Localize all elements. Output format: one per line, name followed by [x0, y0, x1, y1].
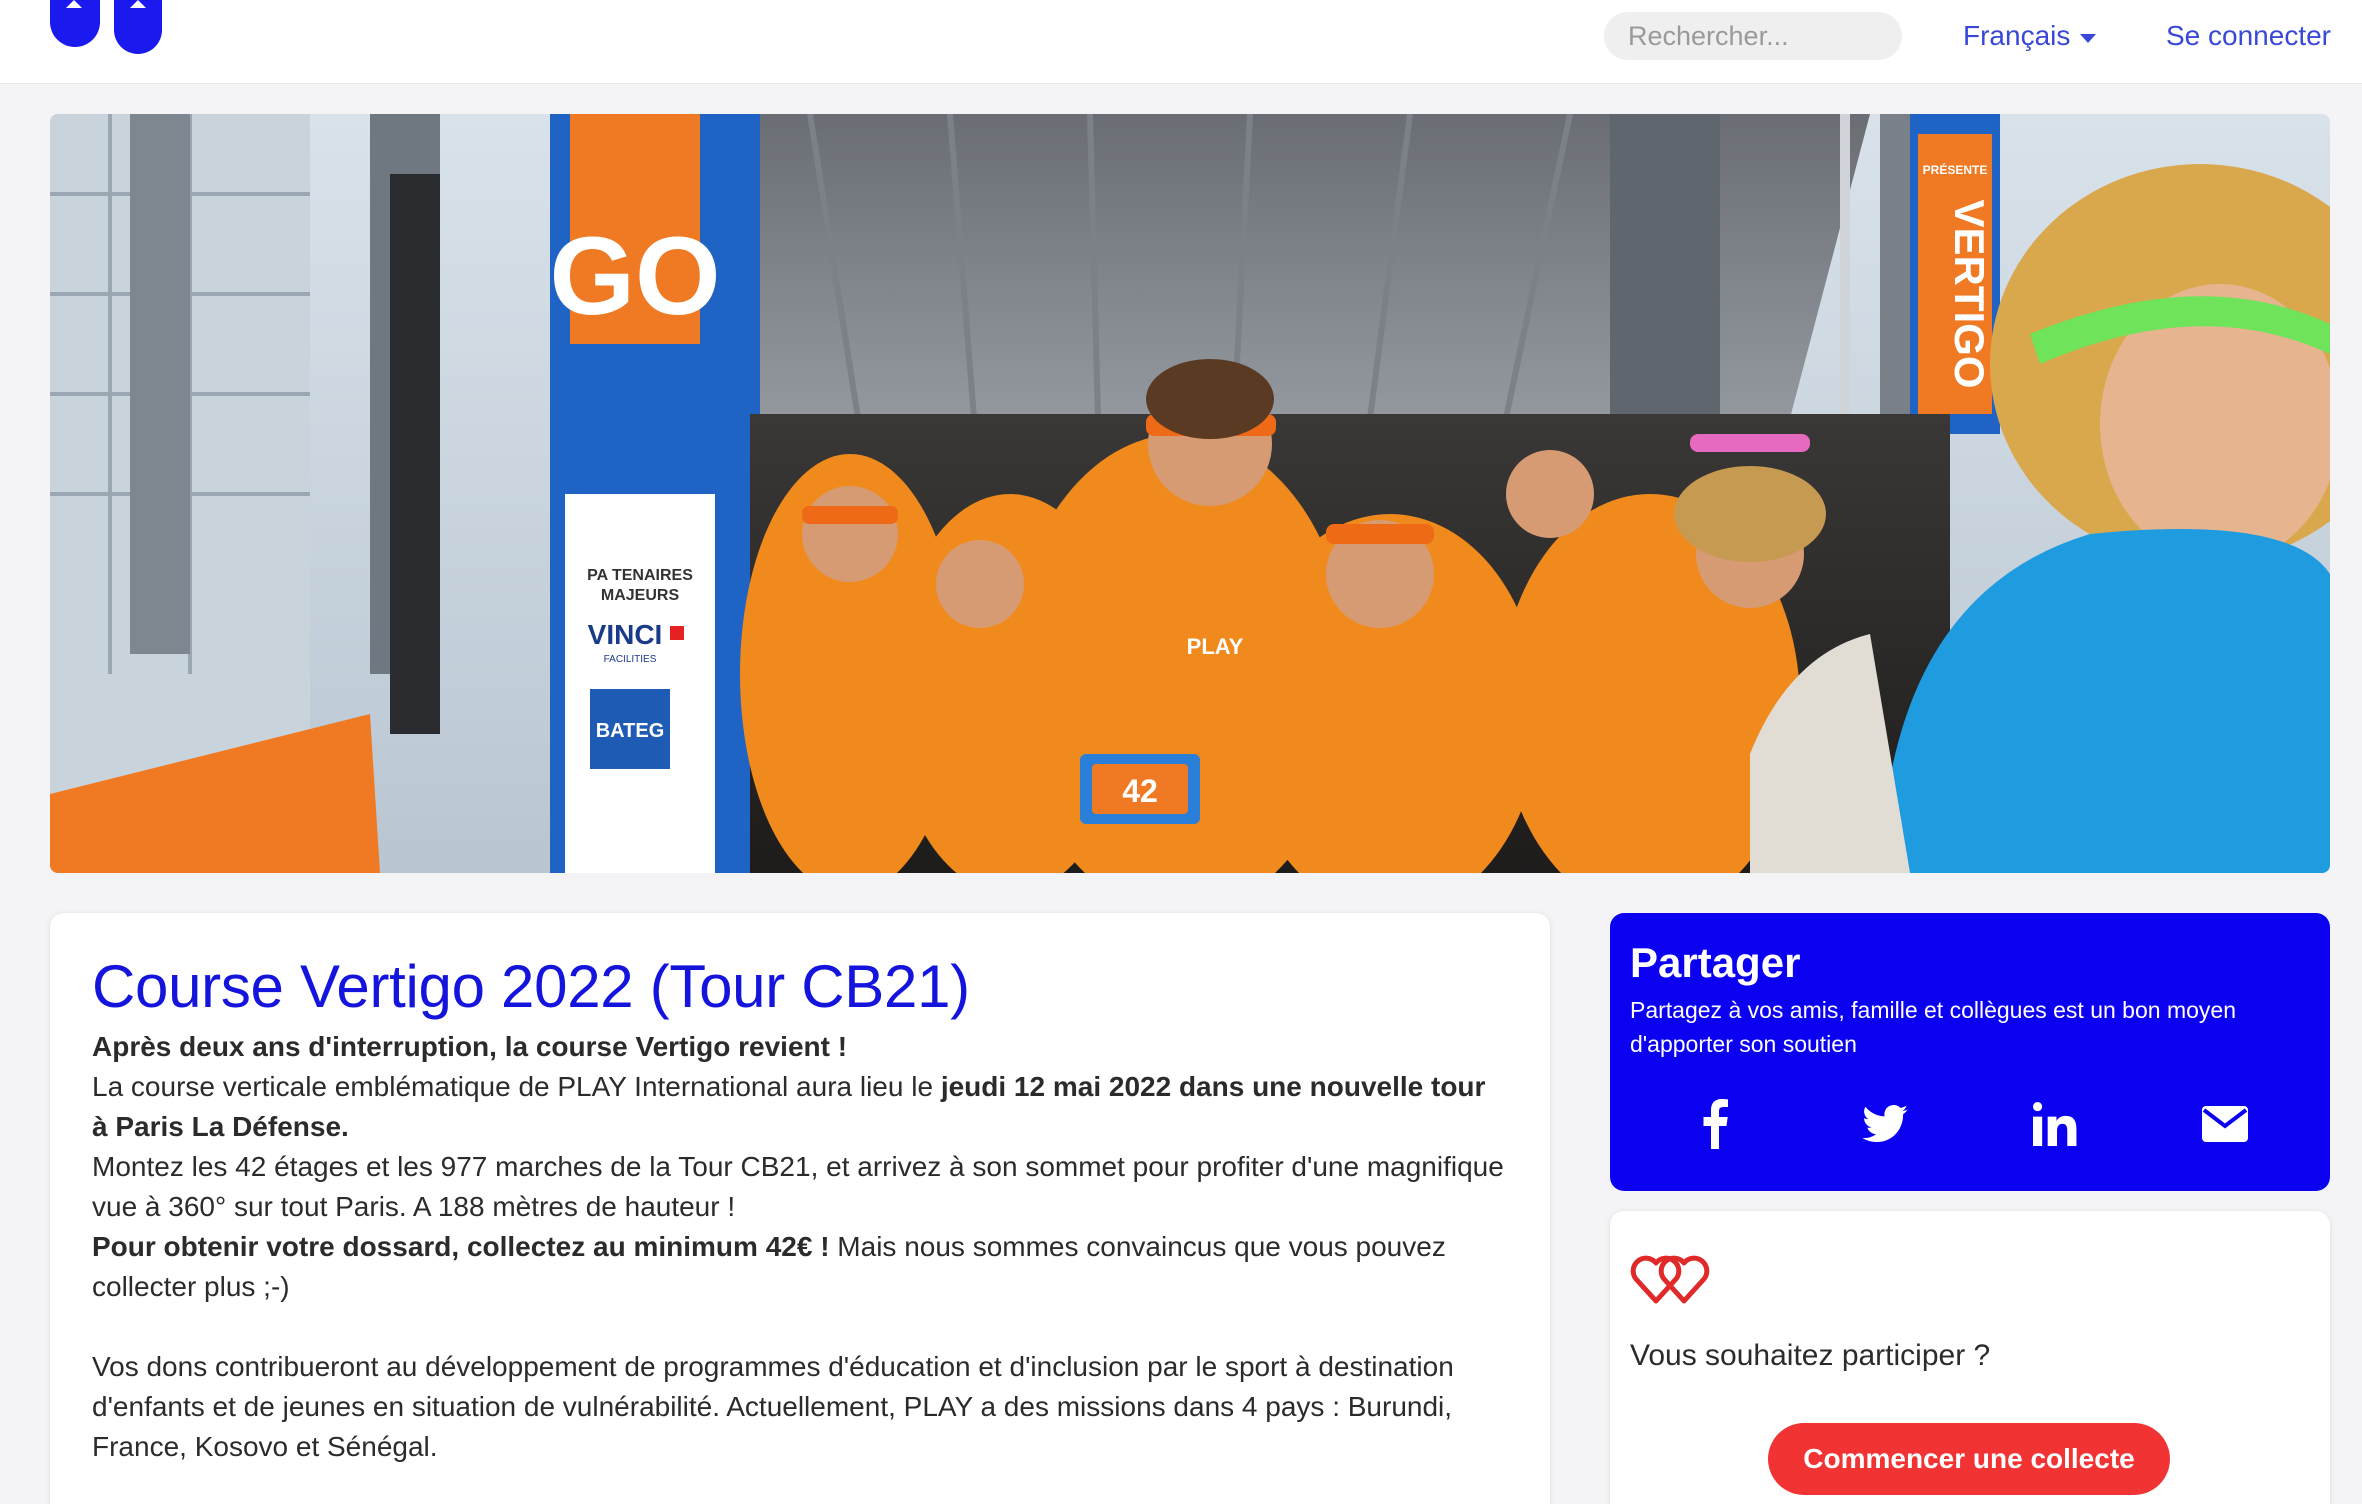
share-card: Partager Partagez à vos amis, famille et…	[1610, 913, 2330, 1191]
language-selector[interactable]: Français	[1963, 16, 2097, 56]
twitter-icon[interactable]	[1855, 1094, 1915, 1154]
partner-vinci-sub: FACILITIES	[604, 654, 657, 665]
start-fundraiser-button[interactable]: Commencer une collecte	[1768, 1423, 2170, 1495]
climb-description: Montez les 42 étages et les 977 marches …	[92, 1151, 1504, 1222]
event-description-card: Course Vertigo 2022 (Tour CB21) Après de…	[50, 913, 1550, 1504]
top-navigation-bar: Français Se connecter	[0, 0, 2362, 84]
donation-impact-text: Vos dons contribueront au développement …	[92, 1351, 1454, 1462]
share-subtitle: Partagez à vos amis, famille et collègue…	[1630, 997, 2236, 1057]
partners-heading: PA TENAIRES	[587, 567, 693, 584]
event-date-prefix: La course verticale emblématique de PLAY…	[92, 1071, 941, 1102]
email-icon[interactable]	[2195, 1094, 2255, 1154]
partners-heading-2: MAJEURS	[601, 587, 680, 604]
banner-left-text: GO	[549, 215, 720, 338]
banner-right-text: VERTIGO	[1946, 199, 1993, 388]
fundraising-goal-bold: Pour obtenir votre dossard, collectez au…	[92, 1231, 830, 1262]
share-title: Partager	[1630, 939, 1801, 986]
login-link[interactable]: Se connecter	[2166, 16, 2331, 56]
site-logo[interactable]	[48, 0, 166, 56]
event-date-text: La course verticale emblématique de PLAY…	[92, 1067, 1508, 1147]
search-input[interactable]	[1604, 12, 1902, 60]
hearts-icon	[1630, 1255, 1710, 1304]
share-icons-row	[1630, 1090, 2310, 1158]
hero-image: GO PA TENAIRES MAJEURS VINCI FACILITIES …	[50, 114, 2330, 873]
partner-bateg: BATEG	[596, 720, 665, 742]
partner-vinci: VINCI	[588, 619, 663, 650]
language-label: Français	[1963, 20, 2071, 51]
intro-text: Après deux ans d'interruption, la course…	[92, 1027, 1508, 1067]
chevron-down-icon	[2080, 33, 2097, 43]
intro-bold: Après deux ans d'interruption, la course…	[92, 1031, 848, 1062]
participate-card: Vous souhaitez participer ? Commencer un…	[1610, 1211, 2330, 1504]
fundraising-goal-text: Pour obtenir votre dossard, collectez au…	[92, 1227, 1508, 1307]
banner-right-top: PRÉSENTE	[1923, 162, 1988, 177]
bib-number: 42	[1122, 773, 1158, 809]
participate-question: Vous souhaitez participer ?	[1630, 1339, 1991, 1372]
linkedin-icon[interactable]	[2025, 1094, 2085, 1154]
page-title: Course Vertigo 2022 (Tour CB21)	[92, 953, 970, 1020]
facebook-icon[interactable]	[1685, 1094, 1745, 1154]
shirt-logo-text: PLAY	[1187, 634, 1244, 659]
